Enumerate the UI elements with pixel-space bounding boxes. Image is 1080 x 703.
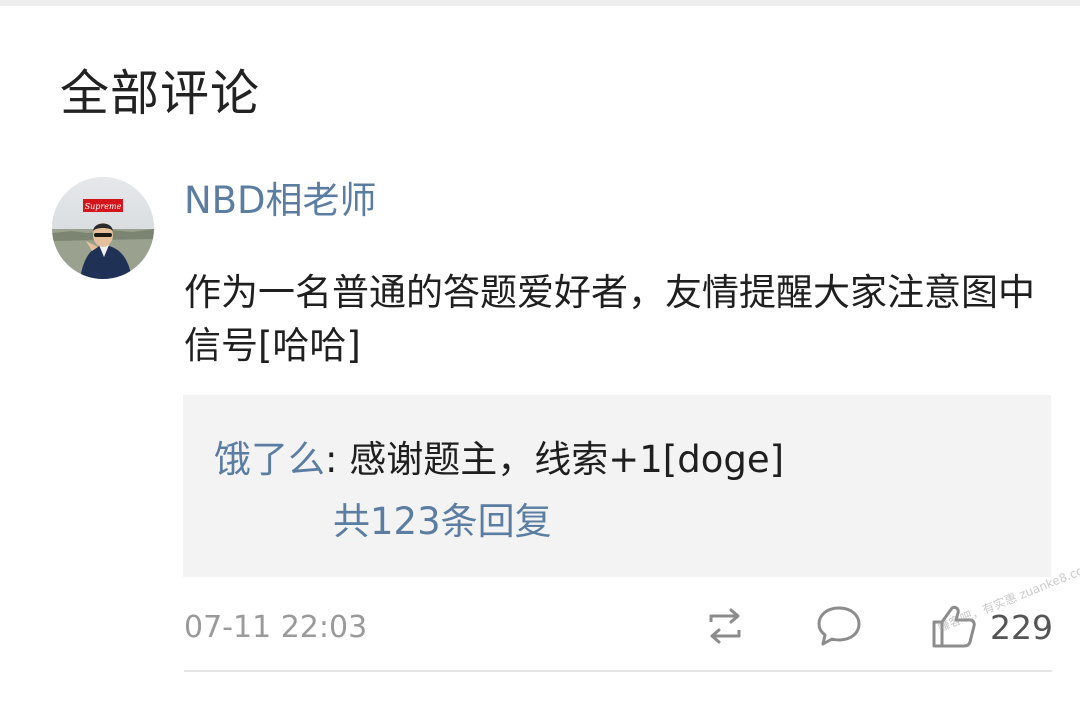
avatar[interactable]: Supreme — [52, 177, 154, 279]
reply-author[interactable]: 饿了么 — [214, 438, 325, 481]
watermark: 赚客吧，有实惠 zuanke8.com — [935, 559, 1080, 635]
top-divider — [0, 0, 1080, 6]
reply-preview-box[interactable]: 饿了么: 感谢题主，线索+1[doge] 共123条回复 — [183, 395, 1051, 577]
section-title: 全部评论 — [60, 65, 261, 122]
avatar-badge-text: Supreme — [85, 202, 122, 211]
repost-icon — [709, 608, 741, 644]
username[interactable]: NBD相老师 — [184, 176, 377, 226]
comment-text: 作为一名普通的答题爱好者，友情提醒大家注意图中信号[哈哈] — [184, 271, 1035, 367]
avatar-image: Supreme — [52, 177, 154, 279]
bottom-divider — [184, 670, 1052, 672]
reply-count-link[interactable]: 共123条回复 — [333, 497, 552, 547]
comment-button[interactable] — [815, 602, 863, 650]
comment-icon — [817, 606, 861, 646]
timestamp: 07-11 22:03 — [184, 610, 368, 645]
reply-separator: : — [325, 438, 350, 481]
repost-button[interactable] — [701, 602, 749, 650]
reply-preview-line: 饿了么: 感谢题主，线索+1[doge] — [214, 435, 784, 485]
reply-text: 感谢题主，线索+1[doge] — [349, 438, 785, 481]
